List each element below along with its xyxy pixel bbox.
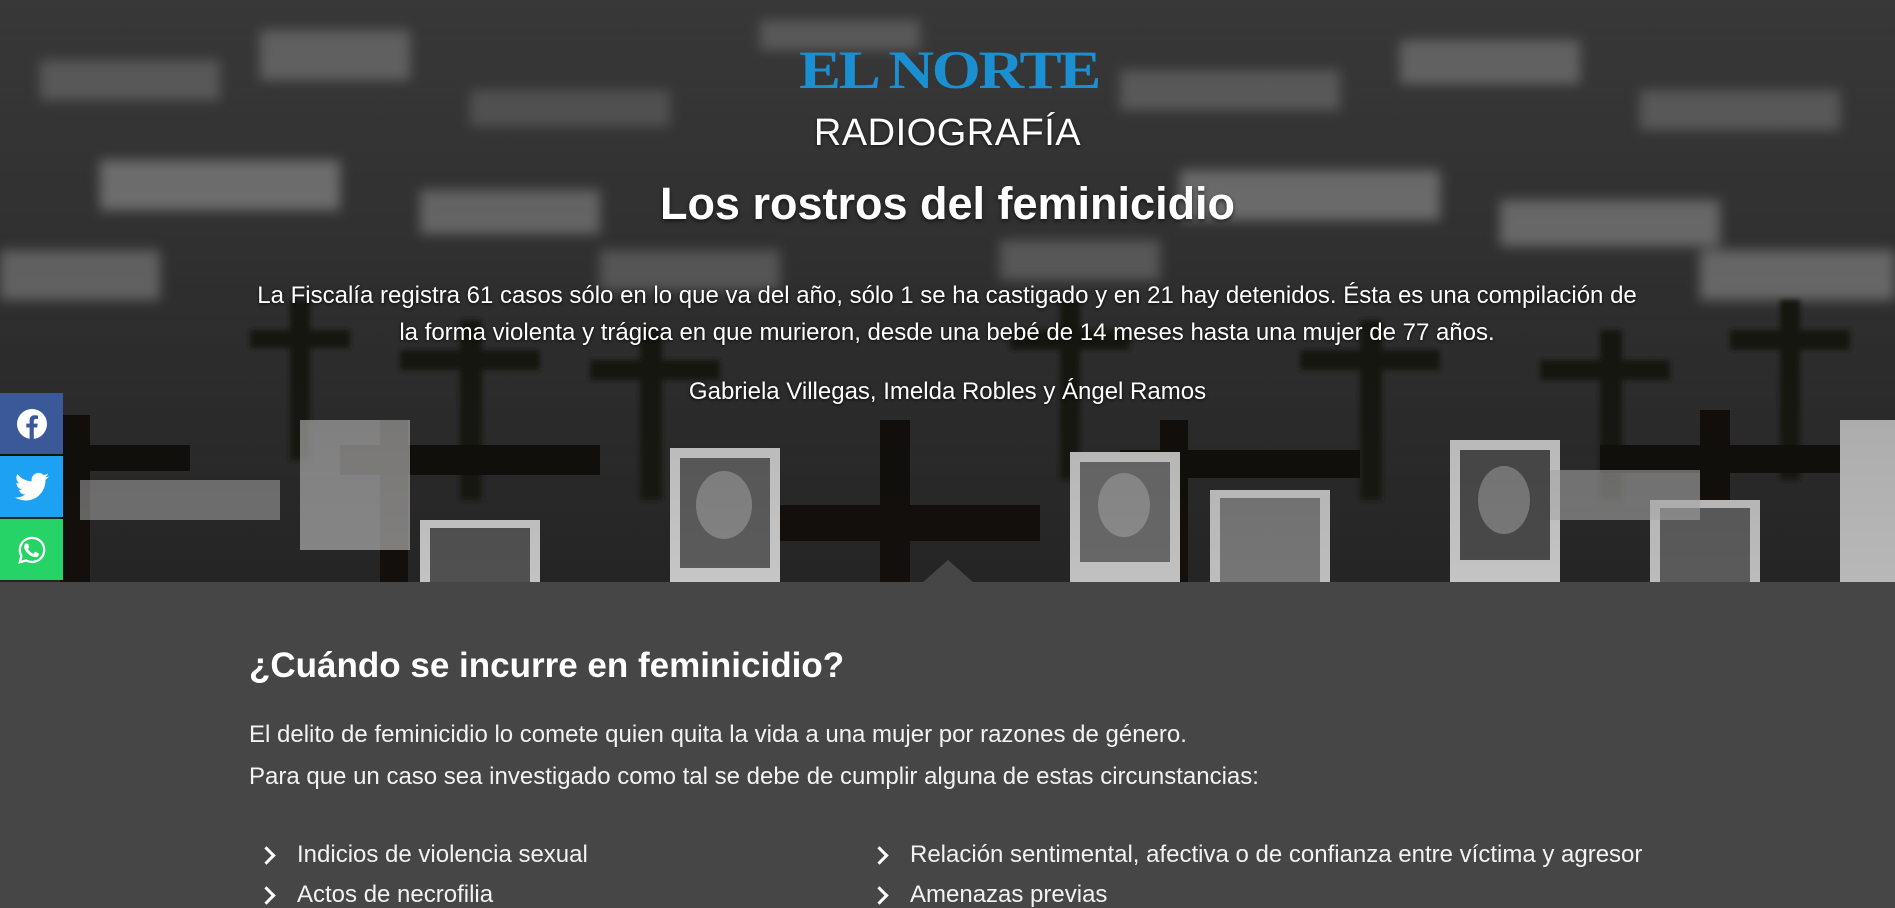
page: EL NORTE RADIOGRAFÍA Los rostros del fem… xyxy=(0,0,1895,908)
hero-notch xyxy=(922,560,974,582)
section-title: ¿Cuándo se incurre en feminicidio? xyxy=(249,646,845,685)
facebook-icon xyxy=(16,408,47,439)
article-dek: La Fiscalía registra 61 casos sólo en lo… xyxy=(257,282,1637,346)
content-section: ¿Cuándo se incurre en feminicidio? El de… xyxy=(0,582,1895,908)
list-item: Amenazas previas xyxy=(870,878,1673,908)
el-norte-logo[interactable]: EL NORTE xyxy=(797,46,1102,94)
list-item: Actos de necrofilia xyxy=(257,878,873,908)
whatsapp-share-button[interactable] xyxy=(0,519,63,580)
criteria-label: Relación sentimental, afectiva o de conf… xyxy=(910,841,1643,868)
hero-section: EL NORTE RADIOGRAFÍA Los rostros del fem… xyxy=(0,0,1895,582)
svg-text:EL NORTE: EL NORTE xyxy=(799,46,1099,94)
chevron-right-icon xyxy=(870,885,889,905)
list-item: Relación sentimental, afectiva o de conf… xyxy=(870,838,1673,872)
whatsapp-icon xyxy=(17,536,45,564)
share-bar xyxy=(0,393,63,582)
definition-paragraph: El delito de feminicidio lo comete quien… xyxy=(249,721,1187,748)
criteria-list: Indicios de violencia sexual Relación se… xyxy=(257,838,1680,908)
criteria-label: Indicios de violencia sexual xyxy=(297,841,588,868)
chevron-right-icon xyxy=(257,885,276,905)
facebook-share-button[interactable] xyxy=(0,393,63,454)
criteria-intro-paragraph: Para que un caso sea investigado como ta… xyxy=(249,763,1259,790)
twitter-share-button[interactable] xyxy=(0,456,63,517)
list-item: Indicios de violencia sexual xyxy=(257,838,873,872)
twitter-icon xyxy=(14,472,49,500)
headline: Los rostros del feminicidio xyxy=(659,178,1236,229)
section-kicker: RADIOGRAFÍA xyxy=(813,112,1082,154)
chevron-right-icon xyxy=(257,845,276,865)
chevron-right-icon xyxy=(870,845,889,865)
criteria-label: Amenazas previas xyxy=(910,881,1108,908)
byline: Gabriela Villegas, Imelda Robles y Ángel… xyxy=(688,378,1207,405)
criteria-label: Actos de necrofilia xyxy=(297,881,494,908)
